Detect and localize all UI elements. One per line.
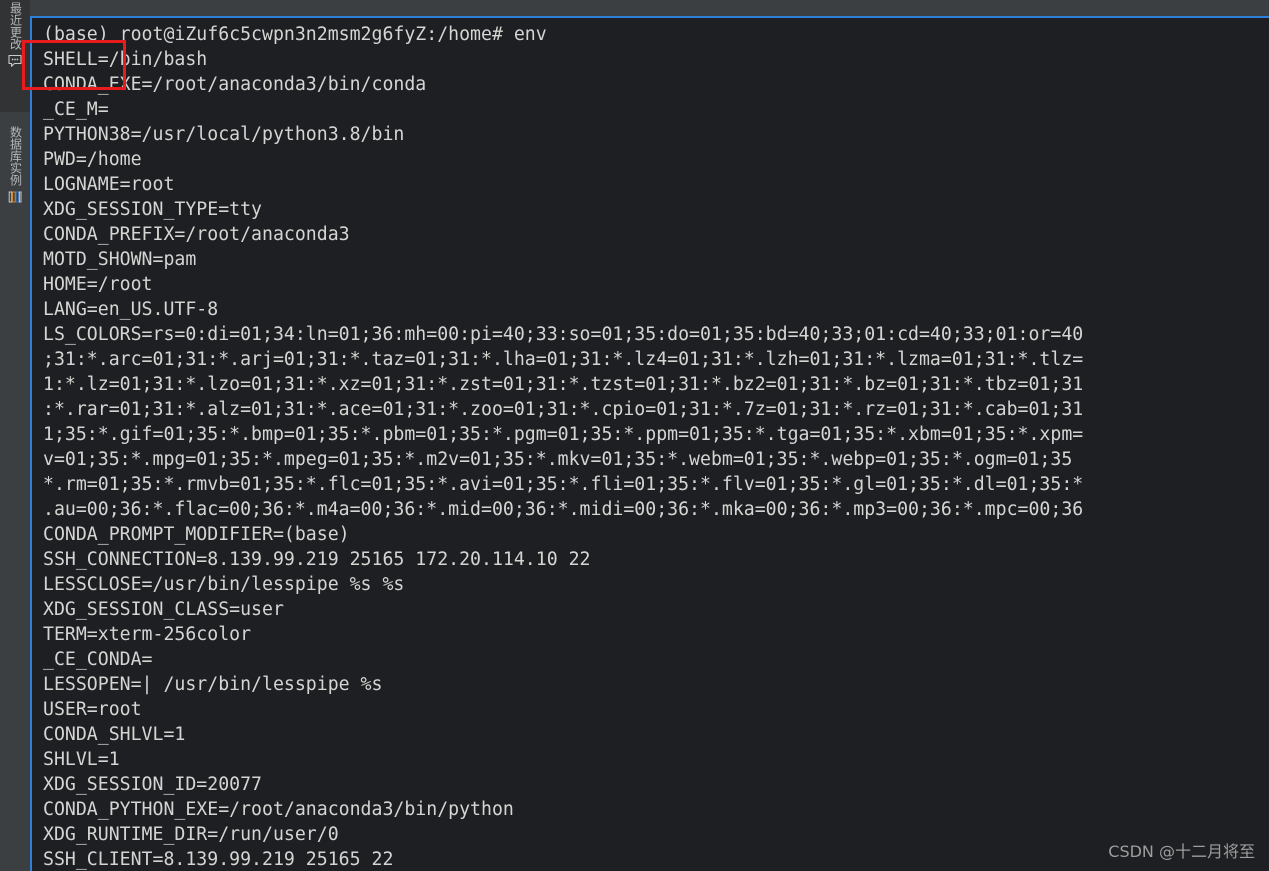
terminal-header-strip	[30, 0, 1269, 16]
terminal-focus-top-border	[30, 16, 1269, 18]
terminal-line: CONDA_PREFIX=/root/anaconda3	[43, 224, 350, 245]
terminal-focus-left-border	[30, 16, 32, 871]
terminal-line: LANG=en_US.UTF-8	[43, 299, 219, 320]
terminal-line: LOGNAME=root	[43, 174, 175, 195]
ide-window: 最近更改 数据库实例 (base) root@iZuf6c5cwpn3n2msm…	[0, 0, 1269, 871]
terminal-line: XDG_SESSION_ID=20077	[43, 774, 262, 795]
terminal-line: v=01;35:*.mpg=01;35:*.mpeg=01;35:*.m2v=0…	[43, 449, 1073, 470]
terminal-line: (base) root@iZuf6c5cwpn3n2msm2g6fyZ:/hom…	[43, 24, 547, 45]
terminal-line: CONDA_EXE=/root/anaconda3/bin/conda	[43, 74, 427, 95]
terminal-line: 1:*.lz=01;31:*.lzo=01;31:*.xz=01;31:*.zs…	[43, 374, 1084, 395]
terminal-output: (base) root@iZuf6c5cwpn3n2msm2g6fyZ:/hom…	[32, 18, 1269, 871]
terminal-line: LESSOPEN=| /usr/bin/lesspipe %s	[43, 674, 383, 695]
terminal-line: LESSCLOSE=/usr/bin/lesspipe %s %s	[43, 574, 405, 595]
terminal-line: PWD=/home	[43, 149, 142, 170]
terminal-line: .au=00;36:*.flac=00;36:*.m4a=00;36:*.mid…	[43, 499, 1084, 520]
sidebar-item-recent-files-label: 最近更改	[8, 2, 23, 50]
terminal-line: CONDA_PROMPT_MODIFIER=(base)	[43, 524, 350, 545]
terminal-line: _CE_M=	[43, 99, 109, 120]
terminal-line: SSH_CONNECTION=8.139.99.219 25165 172.20…	[43, 549, 591, 570]
terminal-line: MOTD_SHOWN=pam	[43, 249, 197, 270]
terminal-line: XDG_RUNTIME_DIR=/run/user/0	[43, 824, 339, 845]
terminal-line: ;31:*.arc=01;31:*.arj=01;31:*.taz=01;31:…	[43, 349, 1084, 370]
comment-bubble-icon	[7, 53, 23, 69]
terminal-line: SHLVL=1	[43, 749, 120, 770]
terminal-line: HOME=/root	[43, 274, 153, 295]
terminal-line: PYTHON38=/usr/local/python3.8/bin	[43, 124, 405, 145]
terminal-screen[interactable]: (base) root@iZuf6c5cwpn3n2msm2g6fyZ:/hom…	[32, 18, 1269, 871]
terminal-line: XDG_SESSION_TYPE=tty	[43, 199, 262, 220]
terminal-line: _CE_CONDA=	[43, 649, 153, 670]
terminal-line: *.rm=01;35:*.rmvb=01;35:*.flc=01;35:*.av…	[43, 474, 1084, 495]
csdn-watermark: CSDN @十二月将至	[1108, 842, 1255, 861]
terminal-line: SHELL=/bin/bash	[43, 49, 208, 70]
sidebar-item-recent-files[interactable]: 最近更改	[0, 0, 30, 112]
sidebar-item-database[interactable]: 数据库实例	[0, 126, 30, 205]
terminal-line: :*.rar=01;31:*.alz=01;31:*.ace=01;31:*.z…	[43, 399, 1084, 420]
tool-sidebar: 最近更改 数据库实例	[0, 0, 30, 871]
terminal-line: CONDA_PYTHON_EXE=/root/anaconda3/bin/pyt…	[43, 799, 514, 820]
sidebar-item-database-label: 数据库实例	[8, 126, 23, 186]
terminal-line: TERM=xterm-256color	[43, 624, 252, 645]
terminal-panel[interactable]: (base) root@iZuf6c5cwpn3n2msm2g6fyZ:/hom…	[30, 0, 1269, 871]
terminal-line: CONDA_SHLVL=1	[43, 724, 186, 745]
terminal-line: 1;35:*.gif=01;35:*.bmp=01;35:*.pbm=01;35…	[43, 424, 1084, 445]
terminal-line: USER=root	[43, 699, 142, 720]
terminal-line: XDG_SESSION_CLASS=user	[43, 599, 284, 620]
terminal-line: SSH_CLIENT=8.139.99.219 25165 22	[43, 849, 394, 870]
terminal-line: LS_COLORS=rs=0:di=01;34:ln=01;36:mh=00:p…	[43, 324, 1084, 345]
books-icon	[7, 189, 23, 205]
